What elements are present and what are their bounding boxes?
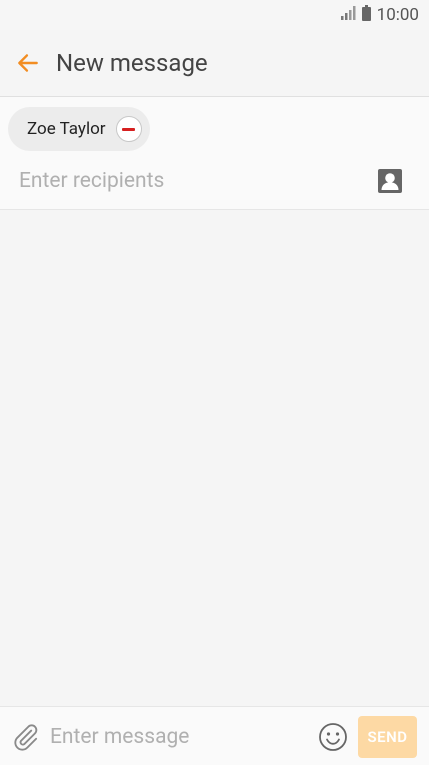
send-button[interactable]: SEND bbox=[358, 716, 417, 758]
back-arrow-icon bbox=[18, 54, 38, 72]
minus-icon bbox=[122, 127, 136, 131]
emoji-icon[interactable] bbox=[318, 722, 348, 752]
message-thread-area bbox=[0, 210, 429, 706]
signal-icon bbox=[340, 5, 356, 25]
battery-icon bbox=[361, 4, 371, 26]
contact-icon[interactable] bbox=[377, 168, 403, 194]
recipient-chip-label: Zoe Taylor bbox=[27, 119, 106, 139]
status-bar: 10:00 bbox=[0, 0, 429, 30]
paperclip-icon[interactable] bbox=[12, 723, 40, 751]
composer-bar: SEND bbox=[0, 706, 429, 765]
back-button[interactable] bbox=[0, 35, 56, 91]
message-input[interactable] bbox=[50, 721, 300, 753]
recipients-panel: Zoe Taylor bbox=[0, 97, 429, 210]
recipient-chip[interactable]: Zoe Taylor bbox=[8, 107, 150, 151]
recipient-input[interactable] bbox=[19, 165, 359, 197]
app-header: New message bbox=[0, 30, 429, 97]
remove-recipient-button[interactable] bbox=[115, 116, 142, 142]
page-title: New message bbox=[56, 49, 208, 77]
status-time: 10:00 bbox=[376, 5, 419, 25]
